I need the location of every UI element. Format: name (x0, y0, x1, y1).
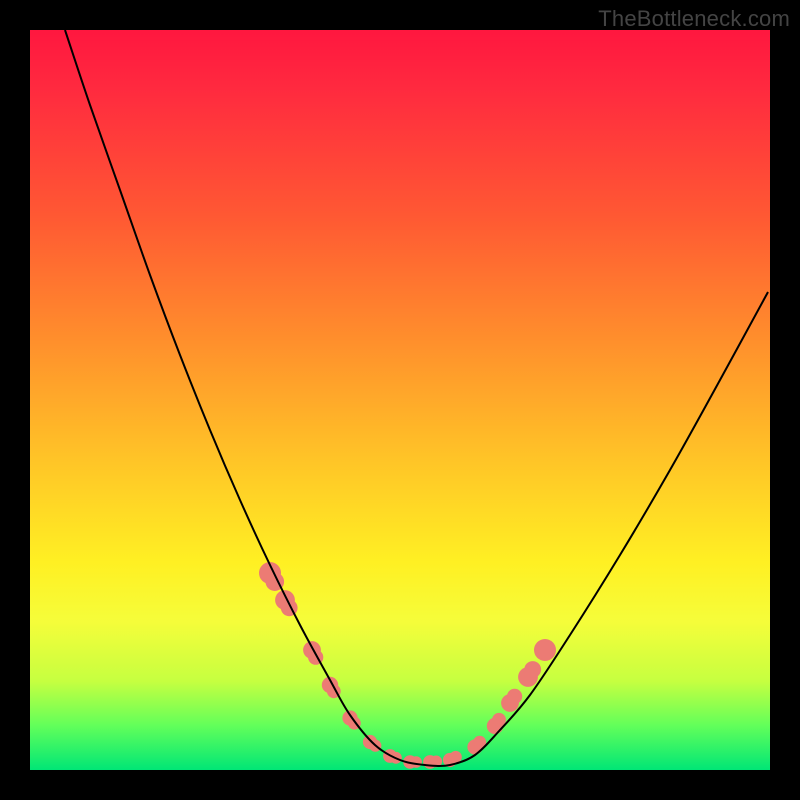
curve-layer (30, 30, 770, 770)
watermark-text: TheBottleneck.com (598, 6, 790, 32)
bottleneck-curve (65, 30, 768, 766)
chart-frame: TheBottleneck.com (0, 0, 800, 800)
highlight-dot (536, 641, 555, 660)
highlight-dot (524, 661, 541, 678)
highlight-dots-group (259, 562, 556, 769)
highlight-dot (507, 689, 522, 704)
highlight-dot (410, 756, 422, 768)
plot-area (30, 30, 770, 770)
highlight-dot (450, 751, 462, 763)
